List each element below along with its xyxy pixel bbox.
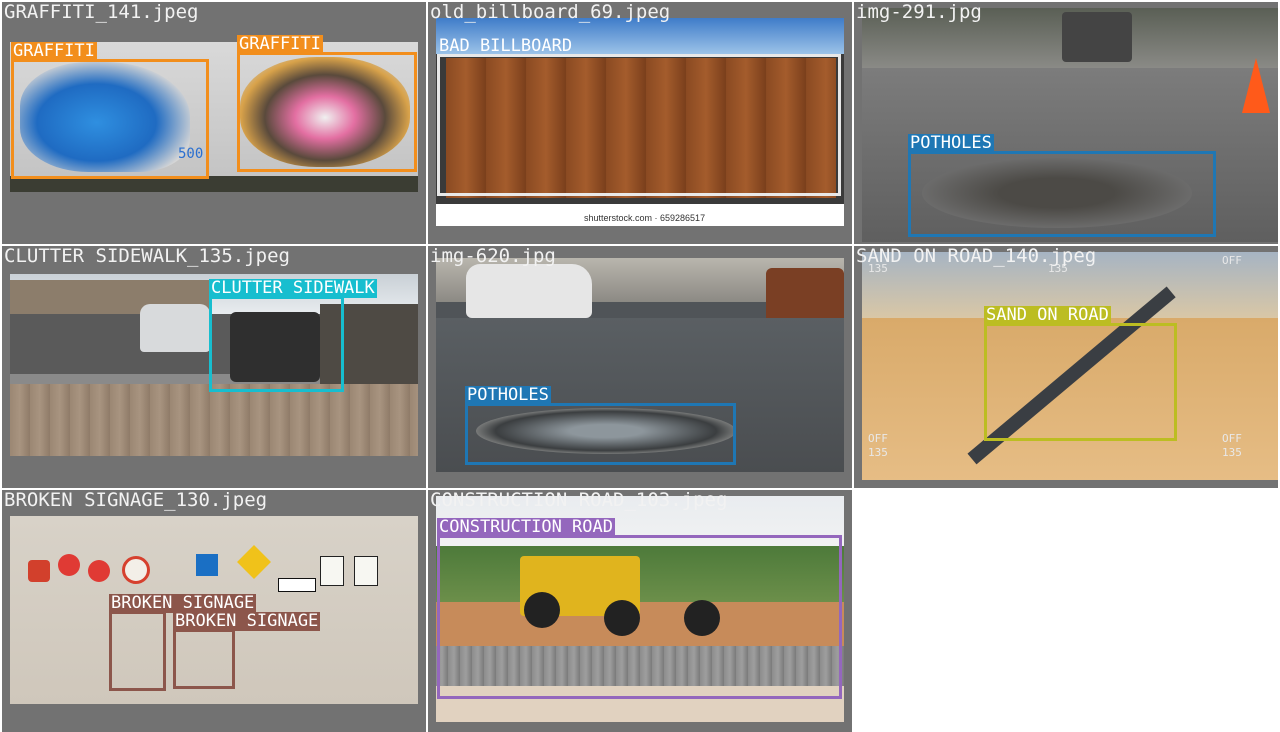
- detection-box-broken-signage-2[interactable]: BROKEN SIGNAGE: [173, 612, 321, 689]
- result-tile-graffiti[interactable]: 500 GRAFFITI GRAFFITI GRAFFITI_141.jpeg: [2, 2, 426, 244]
- detection-box-sand-on-road[interactable]: SAND ON ROAD: [984, 306, 1177, 441]
- result-tile-potholes[interactable]: POTHOLES img-291.jpg: [854, 2, 1278, 244]
- detection-label: BAD BILLBOARD: [439, 36, 573, 56]
- image-filename: SAND ON ROAD_140.jpeg: [856, 246, 1097, 267]
- watermark-text: shutterstock.com · 659286517: [584, 213, 706, 223]
- result-tile-sand-on-road[interactable]: 135 135 OFF OFF 135 OFF 135 SAND ON ROAD…: [854, 246, 1278, 488]
- image-filename: old_billboard_69.jpeg: [430, 2, 671, 23]
- detection-label: SAND ON ROAD: [984, 305, 1111, 325]
- detection-box-potholes-2[interactable]: POTHOLES: [465, 386, 736, 465]
- result-tile-billboard[interactable]: shutterstock.com · 659286517 BAD BILLBOA…: [428, 2, 852, 244]
- image-filename: GRAFFITI_141.jpeg: [4, 2, 199, 23]
- detection-box-graffiti-1[interactable]: GRAFFITI: [11, 42, 209, 179]
- detection-label: CLUTTER SIDEWALK: [209, 278, 377, 298]
- detection-label: POTHOLES: [465, 385, 551, 405]
- image-filename: BROKEN SIGNAGE_130.jpeg: [4, 490, 268, 511]
- image-filename: img-291.jpg: [856, 2, 982, 23]
- detection-box-potholes[interactable]: POTHOLES: [908, 134, 1216, 237]
- detection-label: BROKEN SIGNAGE: [173, 611, 321, 631]
- hud-text: OFF: [868, 432, 888, 445]
- image-filename: img-620.jpg: [430, 246, 556, 267]
- detection-box-bad-billboard[interactable]: BAD BILLBOARD: [437, 37, 841, 196]
- detection-label: CONSTRUCTION ROAD: [437, 517, 615, 537]
- detection-box-graffiti-2[interactable]: GRAFFITI: [237, 35, 417, 172]
- result-tile-clutter-sidewalk[interactable]: CLUTTER SIDEWALK CLUTTER SIDEWALK_135.jp…: [2, 246, 426, 488]
- hud-text: 135: [868, 446, 888, 459]
- detection-label: GRAFFITI: [237, 34, 323, 54]
- result-tile-construction-road[interactable]: CONSTRUCTION ROAD CONSTRUCTION ROAD_103.…: [428, 490, 852, 732]
- detection-box-broken-signage-1[interactable]: BROKEN SIGNAGE: [109, 594, 257, 691]
- hud-text: OFF: [1222, 432, 1242, 445]
- detection-box-clutter-sidewalk[interactable]: CLUTTER SIDEWALK: [209, 279, 377, 392]
- detection-label: GRAFFITI: [11, 41, 97, 61]
- image-filename: CLUTTER SIDEWALK_135.jpeg: [4, 246, 290, 267]
- hud-text: 135: [1222, 446, 1242, 459]
- result-tile-broken-signage[interactable]: BROKEN SIGNAGE BROKEN SIGNAGE BROKEN SIG…: [2, 490, 426, 732]
- detection-results-grid: 500 GRAFFITI GRAFFITI GRAFFITI_141.jpeg …: [0, 0, 1280, 732]
- result-tile-potholes-2[interactable]: POTHOLES img-620.jpg: [428, 246, 852, 488]
- detection-label: POTHOLES: [908, 133, 994, 153]
- hud-text: OFF: [1222, 254, 1242, 267]
- detection-box-construction-road[interactable]: CONSTRUCTION ROAD: [437, 518, 842, 699]
- image-filename: CONSTRUCTION ROAD_103.jpeg: [430, 490, 728, 511]
